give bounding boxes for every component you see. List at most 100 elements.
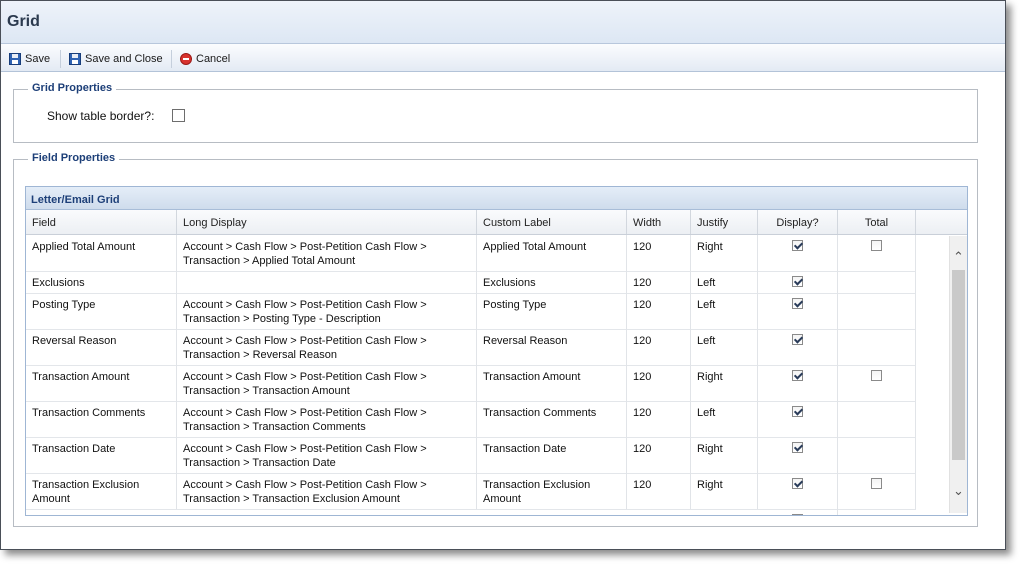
display-checkbox[interactable]: [792, 370, 803, 381]
grid-body: Applied Total Amount Account > Cash Flow …: [26, 235, 967, 515]
dialog-title: Grid: [7, 13, 40, 30]
display-checkbox[interactable]: [792, 298, 803, 309]
grid-properties-group: Grid Properties Show table border?:: [13, 82, 978, 143]
cell-justify: Left: [691, 401, 758, 437]
toolbar: Save Save and Close Cancel: [1, 44, 1005, 72]
cell-total: [838, 293, 916, 329]
cell-total: [838, 473, 916, 509]
display-checkbox[interactable]: [792, 334, 803, 345]
display-checkbox[interactable]: [792, 406, 803, 417]
cell-field: Reversal Reason: [26, 329, 177, 365]
table-row[interactable]: Transaction Comments Account > Cash Flow …: [26, 401, 916, 438]
cell-display: [758, 401, 838, 437]
column-header-custom-label[interactable]: Custom Label: [477, 210, 627, 234]
total-checkbox[interactable]: [871, 478, 882, 489]
cell-long-display: Account > Cash Flow > Post-Petition Cash…: [177, 473, 477, 509]
cell-width: 120: [627, 293, 691, 329]
cell-display: [758, 509, 838, 515]
cell-width: 120: [627, 235, 691, 271]
grid-panel-title: Letter/Email Grid: [26, 187, 967, 210]
column-header-justify[interactable]: Justify: [691, 210, 758, 234]
cell-display: [758, 329, 838, 365]
cell-total: [838, 437, 916, 473]
column-header-width[interactable]: Width: [627, 210, 691, 234]
cell-display: [758, 437, 838, 473]
scroll-down-icon[interactable]: ⌄: [950, 482, 967, 499]
table-row[interactable]: Exclusions Exclusions 120 Left: [26, 271, 916, 294]
cell-total: [838, 365, 916, 401]
cell-custom-label: Reversal Reason: [477, 329, 627, 365]
cell-display: [758, 235, 838, 271]
cell-width: 120: [627, 473, 691, 509]
toolbar-separator: [60, 50, 61, 68]
table-row[interactable]: Transaction Amount Account > Cash Flow > …: [26, 365, 916, 402]
cell-custom-label: Transaction Exclusion Amount: [477, 473, 627, 509]
cell-long-display: [177, 271, 477, 293]
save-icon: [9, 53, 21, 65]
table-row[interactable]: Applied Total Amount Account > Cash Flow …: [26, 235, 916, 272]
letter-email-grid: Letter/Email Grid Field Long Display Cus…: [25, 186, 968, 516]
total-checkbox[interactable]: [871, 370, 882, 381]
vertical-scrollbar[interactable]: ⌃ ⌄: [949, 236, 967, 513]
grid-header-row: Field Long Display Custom Label Width Ju…: [26, 210, 967, 235]
table-row[interactable]: Posting Type Account > Cash Flow > Post-P…: [26, 293, 916, 330]
grid-dialog: Grid Save Save and Close Cancel Grid Pro…: [0, 0, 1006, 550]
cell-display: [758, 271, 838, 293]
display-checkbox[interactable]: [792, 478, 803, 489]
cell-custom-label: Transaction Date: [477, 437, 627, 473]
cell-custom-label: Transaction Amount: [477, 365, 627, 401]
cell-field: Transaction Exclusion Amount: [26, 473, 177, 509]
cell-justify: Left: [691, 293, 758, 329]
title-bar: Grid: [1, 1, 1005, 44]
cancel-button-label: Cancel: [196, 53, 231, 65]
cell-total: [838, 329, 916, 365]
show-border-checkbox[interactable]: [172, 109, 185, 122]
cell-custom-label: Exclusions: [477, 271, 627, 293]
cell-justify: Right: [691, 437, 758, 473]
display-checkbox[interactable]: [792, 276, 803, 287]
cell-width: 120: [627, 329, 691, 365]
cell-justify: Left: [691, 271, 758, 293]
cell-display: [758, 473, 838, 509]
cell-long-display: Account > Cash Flow > Post-Petition Cash…: [177, 235, 477, 271]
cell-long-display: Account > Cash Flow > Post-Petition Cash…: [177, 437, 477, 473]
cell-long-display: Account > Cash Flow > Post-Petition Cash…: [177, 329, 477, 365]
column-header-display[interactable]: Display?: [758, 210, 838, 234]
table-row[interactable]: Transaction Date Account > Cash Flow > Po…: [26, 437, 916, 474]
table-row[interactable]: Reversal Reason Account > Cash Flow > Pos…: [26, 329, 916, 366]
cell-width: 120: [627, 401, 691, 437]
save-and-close-button[interactable]: Save and Close: [69, 51, 163, 67]
cell-field: Posting Type: [26, 293, 177, 329]
total-checkbox[interactable]: [871, 240, 882, 251]
cell-total: [838, 235, 916, 271]
cell-display: [758, 293, 838, 329]
save-button[interactable]: Save: [9, 51, 50, 67]
cell-long-display: Account > Cash Flow > Post-Petition Cash…: [177, 293, 477, 329]
cell-custom-label: Posting Type: [477, 293, 627, 329]
table-row[interactable]: [26, 509, 916, 515]
cell-field: Transaction Date: [26, 437, 177, 473]
cell-field: Transaction Amount: [26, 365, 177, 401]
column-header-long-display[interactable]: Long Display: [177, 210, 477, 234]
save-button-label: Save: [25, 53, 51, 65]
cell-total: [838, 401, 916, 437]
save-and-close-label: Save and Close: [85, 53, 163, 65]
grid-properties-legend: Grid Properties: [28, 82, 117, 94]
cell-field: Exclusions: [26, 271, 177, 293]
toolbar-separator: [171, 50, 172, 68]
table-row[interactable]: Transaction Exclusion Amount Account > Ca…: [26, 473, 916, 510]
cancel-button[interactable]: Cancel: [180, 51, 230, 67]
scroll-up-icon[interactable]: ⌃: [950, 248, 967, 265]
column-header-total[interactable]: Total: [838, 210, 916, 234]
cell-long-display: Account > Cash Flow > Post-Petition Cash…: [177, 401, 477, 437]
column-header-field[interactable]: Field: [26, 210, 177, 234]
display-checkbox[interactable]: [792, 240, 803, 251]
display-checkbox[interactable]: [792, 514, 803, 515]
scrollbar-thumb[interactable]: [952, 270, 965, 460]
cell-total: [838, 271, 916, 293]
cell-field: Applied Total Amount: [26, 235, 177, 271]
cell-justify: Right: [691, 365, 758, 401]
cell-width: 120: [627, 271, 691, 293]
display-checkbox[interactable]: [792, 442, 803, 453]
cell-display: [758, 365, 838, 401]
